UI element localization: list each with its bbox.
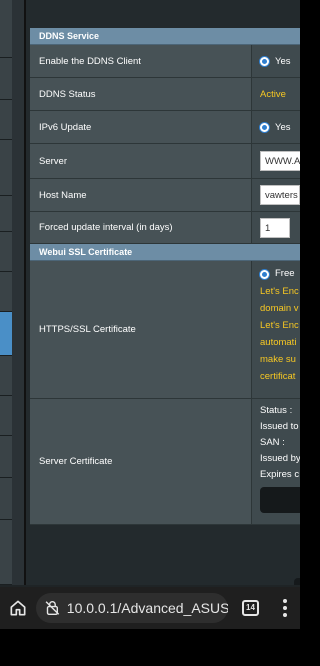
https-cert-row: HTTPS/SSL Certificate Free Let's Enc dom…	[30, 261, 300, 399]
sidebar-item[interactable]	[0, 396, 12, 436]
ddns-status-label: DDNS Status	[30, 78, 252, 110]
system-nav-area	[0, 629, 300, 666]
ddns-status-row: DDNS Status Active	[30, 78, 300, 111]
radio-selected-icon[interactable]	[260, 56, 269, 66]
sidebar-item[interactable]	[0, 436, 12, 478]
https-note: certificat	[260, 371, 296, 382]
server-label: Server	[30, 144, 252, 178]
ddns-enable-row: Enable the DDNS Client Yes	[30, 45, 300, 78]
browser-toolbar: 10.0.0.1/Advanced_ASUSD 14	[0, 587, 300, 629]
forced-update-input[interactable]: 1	[260, 217, 290, 238]
sidebar-item[interactable]	[0, 100, 12, 140]
sidebar-item[interactable]	[0, 0, 12, 58]
server-cert-label: Server Certificate	[30, 399, 252, 524]
ipv6-update-row: IPv6 Update Yes	[30, 111, 300, 144]
https-note: Let's Enc	[260, 286, 299, 297]
server-row: Server WWW.A	[30, 144, 300, 179]
sidebar-item[interactable]	[0, 196, 12, 232]
radio-selected-icon[interactable]	[260, 122, 269, 132]
sidebar-item[interactable]	[0, 232, 12, 272]
ipv6-update-label: IPv6 Update	[30, 111, 252, 143]
ipv6-update-value[interactable]: Yes	[252, 111, 300, 143]
https-cert-label: HTTPS/SSL Certificate	[30, 261, 252, 398]
url-bar[interactable]: 10.0.0.1/Advanced_ASUSD	[36, 593, 228, 623]
https-cert-value: Free Let's Enc domain v Let's Enc automa…	[252, 261, 300, 398]
https-note: Let's Enc	[260, 320, 299, 331]
sidebar-item[interactable]	[0, 58, 12, 100]
https-note: domain v	[260, 303, 299, 314]
sidebar-item[interactable]	[0, 520, 12, 585]
ddns-enable-option[interactable]: Yes	[275, 56, 291, 67]
cert-issued-to: Issued to	[260, 421, 299, 432]
tab-switcher-icon[interactable]: 14	[242, 600, 259, 616]
cert-issued-by: Issued by	[260, 453, 300, 464]
apply-button[interactable]	[294, 578, 300, 585]
ddns-enable-label: Enable the DDNS Client	[30, 45, 252, 77]
status-badge: Active	[260, 88, 286, 100]
https-option-label[interactable]: Free	[275, 265, 295, 283]
server-cert-value: Status : Issued to SAN : Issued by Expir…	[252, 399, 300, 524]
cert-san: SAN :	[260, 437, 285, 448]
router-admin-page: DDNS Service Enable the DDNS Client Yes …	[0, 0, 300, 585]
not-secure-lock-icon[interactable]	[44, 599, 61, 617]
ddns-section-header: DDNS Service	[30, 28, 300, 45]
host-name-value: vawters	[252, 179, 300, 211]
sidebar-item[interactable]	[0, 356, 12, 396]
sidebar-item[interactable]	[0, 272, 12, 312]
server-value: WWW.A	[252, 144, 300, 178]
ssl-section-header: Webui SSL Certificate	[30, 244, 300, 261]
host-name-label: Host Name	[30, 179, 252, 211]
https-note: make su	[260, 354, 296, 365]
https-option[interactable]: Free	[260, 265, 299, 283]
ddns-enable-value[interactable]: Yes	[252, 45, 300, 77]
sidebar-divider	[24, 0, 26, 585]
sidebar-item-active[interactable]	[0, 312, 12, 356]
more-menu-icon[interactable]	[282, 599, 288, 617]
ipv6-update-option[interactable]: Yes	[275, 122, 291, 133]
cert-action-button[interactable]: E	[260, 487, 300, 513]
radio-selected-icon[interactable]	[260, 269, 269, 279]
sidebar-item[interactable]	[0, 478, 12, 520]
host-name-input[interactable]: vawters	[260, 185, 300, 205]
home-icon[interactable]	[8, 598, 28, 618]
settings-table: DDNS Service Enable the DDNS Client Yes …	[30, 28, 300, 525]
sidebar-item[interactable]	[0, 140, 12, 196]
host-name-row: Host Name vawters	[30, 179, 300, 212]
cert-status: Status :	[260, 405, 293, 416]
forced-update-row: Forced update interval (in days) 1	[30, 212, 300, 244]
ddns-status-value: Active	[252, 78, 300, 110]
forced-update-label: Forced update interval (in days)	[30, 212, 252, 243]
server-select[interactable]: WWW.A	[260, 151, 300, 171]
https-note: automati	[260, 337, 297, 348]
forced-update-value: 1	[252, 212, 300, 243]
cert-expires: Expires c	[260, 469, 300, 480]
server-cert-row: Server Certificate Status : Issued to SA…	[30, 399, 300, 525]
url-text[interactable]: 10.0.0.1/Advanced_ASUSD	[67, 600, 228, 616]
